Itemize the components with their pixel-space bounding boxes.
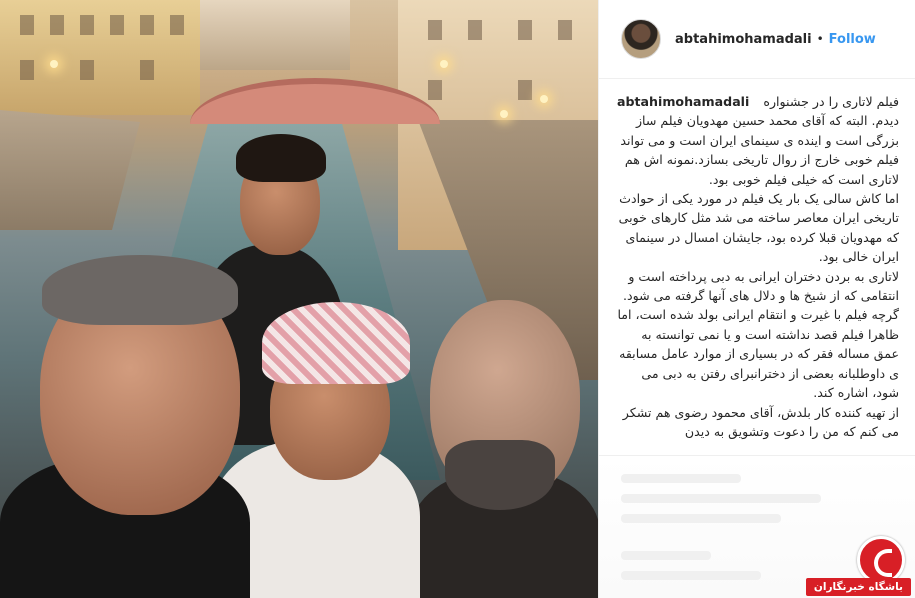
watermark: باشگاه خبرنگاران [769,536,911,596]
building-left [0,0,200,115]
follow-button[interactable]: Follow [829,32,876,47]
separator-dot: • [816,32,824,46]
caption-text: فیلم لاتاری را در جشنواره دیدم. البته که… [617,94,899,439]
post-photo[interactable] [0,0,598,598]
avatar[interactable] [621,19,661,59]
caption-username[interactable]: abtahimohamadali [617,92,749,111]
quay-left [0,110,140,230]
post-caption: abtahimohamadali فیلم لاتاری را در جشنوار… [617,92,899,452]
post-header: abtahimohamadali • Follow [599,0,915,79]
yjc-logo-icon [857,536,905,584]
instagram-post: abtahimohamadali • Follow abtahimohamada… [0,0,915,598]
author-username[interactable]: abtahimohamadali [675,32,812,47]
building-middle [200,0,350,70]
watermark-text: باشگاه خبرنگاران [805,578,911,596]
post-side-panel: abtahimohamadali • Follow abtahimohamada… [598,0,915,598]
